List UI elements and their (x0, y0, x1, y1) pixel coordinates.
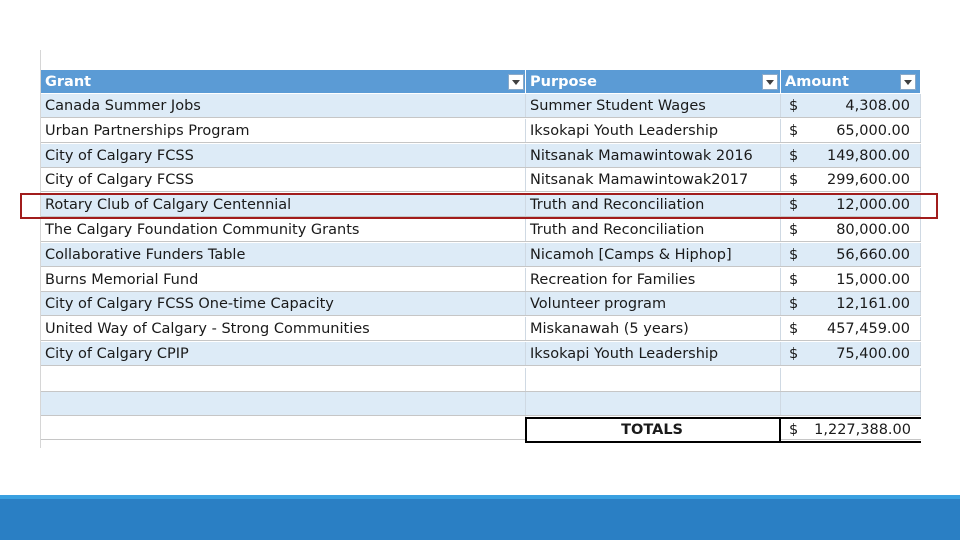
footer-accent-line (0, 495, 960, 499)
table-row[interactable]: Burns Memorial Fund Recreation for Famili… (41, 267, 921, 292)
purpose-cell[interactable]: Nicamoh [Camps & Hiphop] (526, 242, 781, 266)
amount-cell[interactable]: $65,000.00 (781, 118, 921, 142)
empty-row[interactable] (41, 392, 921, 416)
currency-symbol: $ (789, 321, 799, 338)
header-amount: Amount (781, 70, 921, 93)
empty-cell[interactable] (781, 392, 921, 415)
totals-amount: 1,227,388.00 (814, 422, 911, 438)
empty-cell[interactable] (781, 368, 921, 391)
grant-cell[interactable]: City of Calgary FCSS One-time Capacity (41, 292, 526, 316)
empty-cell[interactable] (41, 368, 526, 391)
header-amount-label: Amount (785, 74, 849, 90)
amount-value: 12,161.00 (836, 296, 910, 313)
amount-value: 4,308.00 (845, 98, 910, 114)
grant-filter-dropdown-icon[interactable] (508, 74, 524, 90)
empty-cell[interactable] (41, 392, 526, 415)
grant-cell[interactable]: City of Calgary CPIP (41, 342, 526, 365)
grant-cell[interactable]: The Calgary Foundation Community Grants (41, 218, 526, 241)
currency-symbol: $ (789, 271, 799, 288)
amount-value: 80,000.00 (836, 222, 910, 238)
table-row[interactable]: United Way of Calgary - Strong Communiti… (41, 317, 921, 342)
currency-symbol: $ (789, 246, 799, 263)
empty-cell[interactable] (526, 368, 781, 391)
grant-cell[interactable]: Urban Partnerships Program (41, 118, 526, 142)
table-header-row: Grant Purpose Amount (41, 70, 921, 94)
header-grant-label: Grant (45, 74, 92, 90)
purpose-cell[interactable]: Recreation for Families (526, 267, 781, 291)
currency-symbol: $ (789, 122, 799, 139)
grant-cell[interactable]: Canada Summer Jobs (41, 94, 526, 117)
currency-symbol: $ (789, 296, 799, 313)
amount-value: 457,459.00 (826, 321, 910, 338)
purpose-filter-dropdown-icon[interactable] (762, 74, 778, 90)
currency-symbol: $ (789, 172, 799, 189)
empty-cell[interactable] (526, 392, 781, 415)
currency-symbol: $ (789, 222, 799, 238)
grant-cell[interactable]: Collaborative Funders Table (41, 242, 526, 266)
highlighted-row-outline (20, 193, 938, 219)
table-row[interactable]: Urban Partnerships Program Iksokapi Youth… (41, 118, 921, 143)
totals-amount-cell: $ 1,227,388.00 (781, 417, 921, 443)
amount-value: 56,660.00 (836, 246, 910, 263)
header-purpose: Purpose (526, 70, 781, 93)
currency-symbol: $ (789, 346, 799, 362)
currency-symbol: $ (789, 98, 799, 114)
amount-value: 75,400.00 (836, 346, 910, 362)
purpose-cell[interactable]: Nitsanak Mamawintowak 2016 (526, 143, 781, 167)
table-row[interactable]: The Calgary Foundation Community Grants T… (41, 218, 921, 242)
grant-cell[interactable]: City of Calgary FCSS (41, 168, 526, 192)
amount-cell[interactable]: $299,600.00 (781, 168, 921, 192)
purpose-cell[interactable]: Miskanawah (5 years) (526, 317, 781, 341)
amount-cell[interactable]: $15,000.00 (781, 267, 921, 291)
amount-value: 15,000.00 (836, 271, 910, 288)
table-row[interactable]: Collaborative Funders Table Nicamoh [Camp… (41, 242, 921, 267)
table-row[interactable]: Canada Summer Jobs Summer Student Wages $4… (41, 94, 921, 118)
table-row[interactable]: City of Calgary CPIP Iksokapi Youth Leade… (41, 342, 921, 366)
amount-value: 299,600.00 (826, 172, 910, 189)
table-row[interactable]: City of Calgary FCSS Nitsanak Mamawintowa… (41, 168, 921, 193)
amount-value: 65,000.00 (836, 122, 910, 139)
purpose-cell[interactable]: Truth and Reconciliation (526, 218, 781, 241)
empty-cell[interactable] (41, 416, 526, 439)
purpose-cell[interactable]: Nitsanak Mamawintowak2017 (526, 168, 781, 192)
grant-cell[interactable]: United Way of Calgary - Strong Communiti… (41, 317, 526, 341)
purpose-cell[interactable]: Iksokapi Youth Leadership (526, 118, 781, 142)
grant-cell[interactable]: Burns Memorial Fund (41, 267, 526, 291)
amount-filter-dropdown-icon[interactable] (900, 74, 916, 90)
amount-cell[interactable]: $4,308.00 (781, 94, 921, 117)
purpose-cell[interactable]: Volunteer program (526, 292, 781, 316)
header-grant: Grant (41, 70, 526, 93)
amount-cell[interactable]: $75,400.00 (781, 342, 921, 365)
footer-bar (0, 495, 960, 540)
grant-cell[interactable]: City of Calgary FCSS (41, 143, 526, 167)
purpose-cell[interactable]: Iksokapi Youth Leadership (526, 342, 781, 365)
purpose-cell[interactable]: Summer Student Wages (526, 94, 781, 117)
amount-cell[interactable]: $12,161.00 (781, 292, 921, 316)
totals-label: TOTALS (525, 417, 781, 443)
totals-currency: $ (789, 422, 799, 438)
amount-cell[interactable]: $80,000.00 (781, 218, 921, 241)
currency-symbol: $ (789, 147, 799, 164)
table-row[interactable]: City of Calgary FCSS One-time Capacity Vo… (41, 292, 921, 317)
grants-table: Grant Purpose Amount Canada Summer Jobs S… (40, 50, 921, 448)
empty-row[interactable] (41, 368, 921, 392)
amount-value: 149,800.00 (826, 147, 910, 164)
amount-cell[interactable]: $56,660.00 (781, 242, 921, 266)
header-purpose-label: Purpose (530, 74, 597, 90)
table-row[interactable]: City of Calgary FCSS Nitsanak Mamawintowa… (41, 143, 921, 168)
amount-cell[interactable]: $457,459.00 (781, 317, 921, 341)
amount-cell[interactable]: $149,800.00 (781, 143, 921, 167)
